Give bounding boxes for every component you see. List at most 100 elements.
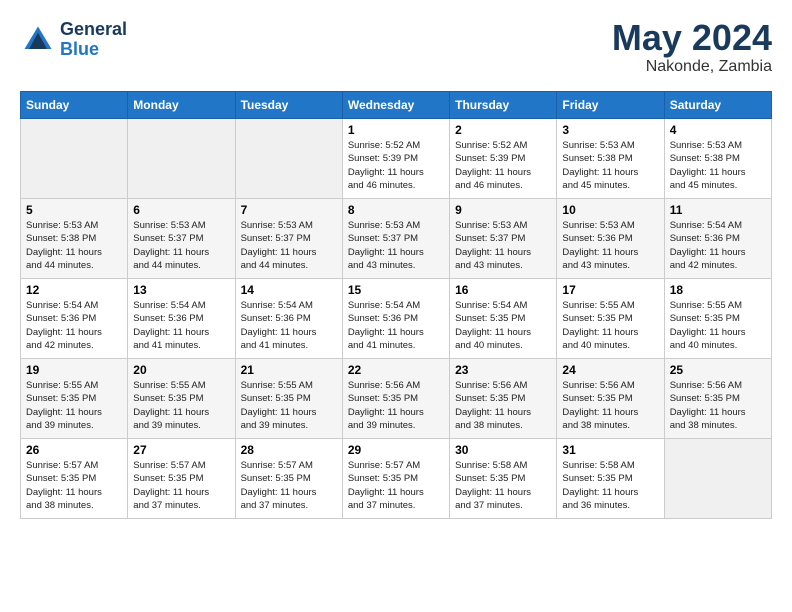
day-number: 30 [455,443,551,457]
day-number: 8 [348,203,444,217]
calendar-cell: 9 Sunrise: 5:53 AM Sunset: 5:37 PM Daylig… [450,199,557,279]
weekday-header: Friday [557,92,664,119]
calendar-cell: 14Sunrise: 5:54 AM Sunset: 5:36 PM Dayli… [235,279,342,359]
day-number: 13 [133,283,229,297]
calendar-cell [235,119,342,199]
calendar-cell: 27Sunrise: 5:57 AM Sunset: 5:35 PM Dayli… [128,439,235,519]
day-info: Sunrise: 5:57 AM Sunset: 5:35 PM Dayligh… [26,459,122,512]
calendar-cell: 30Sunrise: 5:58 AM Sunset: 5:35 PM Dayli… [450,439,557,519]
calendar-cell: 6 Sunrise: 5:53 AM Sunset: 5:37 PM Daylig… [128,199,235,279]
calendar-cell: 26 Sunrise: 5:57 AM Sunset: 5:35 PM Dayli… [21,439,128,519]
day-info: Sunrise: 5:52 AM Sunset: 5:39 PM Dayligh… [455,139,551,192]
day-number: 21 [241,363,337,377]
calendar-week-row: 19 Sunrise: 5:55 AM Sunset: 5:35 PM Dayli… [21,359,772,439]
calendar-week-row: 1 Sunrise: 5:52 AM Sunset: 5:39 PM Daylig… [21,119,772,199]
calendar-cell: 12Sunrise: 5:54 AM Sunset: 5:36 PM Dayli… [21,279,128,359]
calendar-cell: 8 Sunrise: 5:53 AM Sunset: 5:37 PM Daylig… [342,199,449,279]
calendar-cell: 4 Sunrise: 5:53 AM Sunset: 5:38 PM Daylig… [664,119,771,199]
calendar-cell: 15 Sunrise: 5:54 AM Sunset: 5:36 PM Dayli… [342,279,449,359]
calendar-week-row: 5 Sunrise: 5:53 AM Sunset: 5:38 PM Daylig… [21,199,772,279]
calendar-cell: 3Sunrise: 5:53 AM Sunset: 5:38 PM Daylig… [557,119,664,199]
day-number: 5 [26,203,122,217]
day-number: 2 [455,123,551,137]
day-info: Sunrise: 5:54 AM Sunset: 5:36 PM Dayligh… [348,299,444,352]
calendar-cell: 23 Sunrise: 5:56 AM Sunset: 5:35 PM Dayli… [450,359,557,439]
day-number: 9 [455,203,551,217]
day-info: Sunrise: 5:52 AM Sunset: 5:39 PM Dayligh… [348,139,444,192]
day-info: Sunrise: 5:54 AM Sunset: 5:36 PM Dayligh… [241,299,337,352]
weekday-header: Saturday [664,92,771,119]
day-info: Sunrise: 5:53 AM Sunset: 5:36 PM Dayligh… [562,219,658,272]
day-info: Sunrise: 5:53 AM Sunset: 5:38 PM Dayligh… [26,219,122,272]
calendar-cell: 11 Sunrise: 5:54 AM Sunset: 5:36 PM Dayli… [664,199,771,279]
calendar-cell: 1 Sunrise: 5:52 AM Sunset: 5:39 PM Daylig… [342,119,449,199]
day-number: 7 [241,203,337,217]
day-number: 19 [26,363,122,377]
calendar-table: SundayMondayTuesdayWednesdayThursdayFrid… [20,91,772,519]
calendar-cell: 24 Sunrise: 5:56 AM Sunset: 5:35 PM Dayli… [557,359,664,439]
logo: General Blue [20,20,127,60]
header-row: SundayMondayTuesdayWednesdayThursdayFrid… [21,92,772,119]
day-info: Sunrise: 5:55 AM Sunset: 5:35 PM Dayligh… [562,299,658,352]
day-number: 17 [562,283,658,297]
calendar-week-row: 26 Sunrise: 5:57 AM Sunset: 5:35 PM Dayli… [21,439,772,519]
calendar-cell: 18Sunrise: 5:55 AM Sunset: 5:35 PM Dayli… [664,279,771,359]
day-number: 10 [562,203,658,217]
day-number: 22 [348,363,444,377]
calendar-cell: 19 Sunrise: 5:55 AM Sunset: 5:35 PM Dayli… [21,359,128,439]
day-number: 26 [26,443,122,457]
day-info: Sunrise: 5:57 AM Sunset: 5:35 PM Dayligh… [241,459,337,512]
day-number: 23 [455,363,551,377]
day-info: Sunrise: 5:56 AM Sunset: 5:35 PM Dayligh… [562,379,658,432]
day-number: 3 [562,123,658,137]
day-info: Sunrise: 5:54 AM Sunset: 5:35 PM Dayligh… [455,299,551,352]
day-info: Sunrise: 5:53 AM Sunset: 5:37 PM Dayligh… [241,219,337,272]
calendar-cell: 21Sunrise: 5:55 AM Sunset: 5:35 PM Dayli… [235,359,342,439]
day-number: 25 [670,363,766,377]
weekday-header: Monday [128,92,235,119]
calendar-cell: 17 Sunrise: 5:55 AM Sunset: 5:35 PM Dayli… [557,279,664,359]
calendar-cell: 16Sunrise: 5:54 AM Sunset: 5:35 PM Dayli… [450,279,557,359]
day-info: Sunrise: 5:57 AM Sunset: 5:35 PM Dayligh… [348,459,444,512]
calendar-week-row: 12Sunrise: 5:54 AM Sunset: 5:36 PM Dayli… [21,279,772,359]
day-info: Sunrise: 5:54 AM Sunset: 5:36 PM Dayligh… [670,219,766,272]
day-number: 31 [562,443,658,457]
day-info: Sunrise: 5:55 AM Sunset: 5:35 PM Dayligh… [26,379,122,432]
day-info: Sunrise: 5:56 AM Sunset: 5:35 PM Dayligh… [348,379,444,432]
day-number: 20 [133,363,229,377]
day-info: Sunrise: 5:55 AM Sunset: 5:35 PM Dayligh… [670,299,766,352]
day-number: 29 [348,443,444,457]
calendar-cell: 29 Sunrise: 5:57 AM Sunset: 5:35 PM Dayli… [342,439,449,519]
day-number: 4 [670,123,766,137]
calendar-cell: 22 Sunrise: 5:56 AM Sunset: 5:35 PM Dayli… [342,359,449,439]
day-number: 6 [133,203,229,217]
day-info: Sunrise: 5:53 AM Sunset: 5:37 PM Dayligh… [348,219,444,272]
location-subtitle: Nakonde, Zambia [612,58,772,76]
day-number: 24 [562,363,658,377]
logo-icon [20,22,56,58]
day-number: 15 [348,283,444,297]
day-info: Sunrise: 5:54 AM Sunset: 5:36 PM Dayligh… [26,299,122,352]
calendar-cell: 28 Sunrise: 5:57 AM Sunset: 5:35 PM Dayli… [235,439,342,519]
day-info: Sunrise: 5:53 AM Sunset: 5:37 PM Dayligh… [455,219,551,272]
day-info: Sunrise: 5:53 AM Sunset: 5:37 PM Dayligh… [133,219,229,272]
calendar-cell: 25 Sunrise: 5:56 AM Sunset: 5:35 PM Dayli… [664,359,771,439]
day-number: 28 [241,443,337,457]
weekday-header: Tuesday [235,92,342,119]
weekday-header: Sunday [21,92,128,119]
calendar-cell: 7 Sunrise: 5:53 AM Sunset: 5:37 PM Daylig… [235,199,342,279]
day-info: Sunrise: 5:56 AM Sunset: 5:35 PM Dayligh… [455,379,551,432]
day-number: 1 [348,123,444,137]
day-info: Sunrise: 5:56 AM Sunset: 5:35 PM Dayligh… [670,379,766,432]
calendar-cell: 13Sunrise: 5:54 AM Sunset: 5:36 PM Dayli… [128,279,235,359]
calendar-cell: 10 Sunrise: 5:53 AM Sunset: 5:36 PM Dayli… [557,199,664,279]
page-header: General Blue May 2024 Nakonde, Zambia [20,20,772,76]
day-number: 11 [670,203,766,217]
weekday-header: Wednesday [342,92,449,119]
day-info: Sunrise: 5:57 AM Sunset: 5:35 PM Dayligh… [133,459,229,512]
day-info: Sunrise: 5:53 AM Sunset: 5:38 PM Dayligh… [670,139,766,192]
calendar-cell: 20Sunrise: 5:55 AM Sunset: 5:35 PM Dayli… [128,359,235,439]
calendar-cell [664,439,771,519]
day-info: Sunrise: 5:58 AM Sunset: 5:35 PM Dayligh… [562,459,658,512]
calendar-cell: 2 Sunrise: 5:52 AM Sunset: 5:39 PM Daylig… [450,119,557,199]
